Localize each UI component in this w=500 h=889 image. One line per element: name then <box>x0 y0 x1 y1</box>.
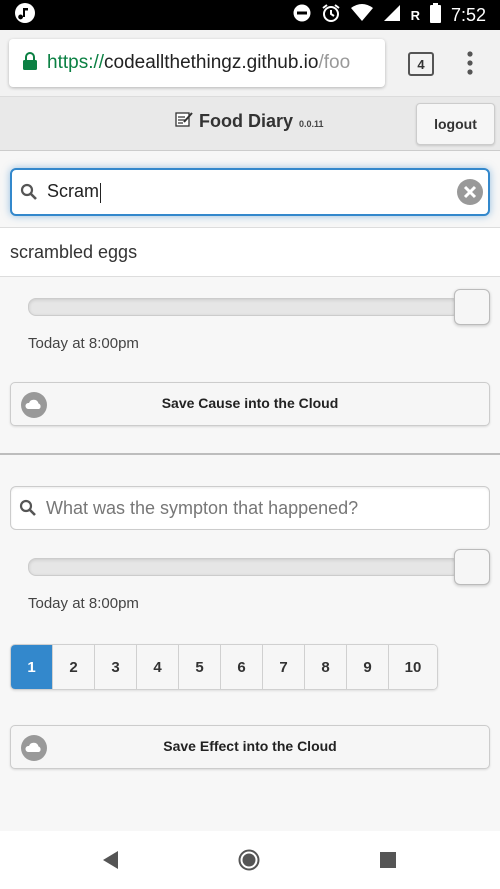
severity-option-9[interactable]: 9 <box>347 645 389 689</box>
list-item[interactable]: scrambled eggs <box>0 227 500 277</box>
cause-slider-handle[interactable] <box>454 289 490 325</box>
status-time: 7:52 <box>450 4 486 25</box>
severity-option-4[interactable]: 4 <box>137 645 179 689</box>
notepad-icon <box>175 111 193 132</box>
severity-option-7[interactable]: 7 <box>263 645 305 689</box>
section-divider <box>0 453 500 455</box>
status-bar: R 7:52 <box>0 0 500 30</box>
home-icon[interactable] <box>238 849 260 876</box>
save-effect-button[interactable]: Save Effect into the Cloud <box>10 725 490 769</box>
tab-switcher-button[interactable]: 4 <box>408 52 434 76</box>
cause-search-input[interactable]: Scram <box>10 168 490 216</box>
cause-search-value: Scram <box>47 181 102 203</box>
search-icon <box>19 499 37 522</box>
effect-search-input[interactable]: What was the sympton that happened? <box>10 486 490 530</box>
wifi-icon <box>350 3 373 27</box>
system-nav-bar <box>0 831 500 889</box>
url-scheme: https:// <box>47 52 105 73</box>
music-note-icon <box>14 2 36 29</box>
battery-icon <box>429 2 441 28</box>
effect-time-slider[interactable] <box>28 558 460 576</box>
more-vert-icon[interactable] <box>460 50 480 76</box>
severity-option-3[interactable]: 3 <box>95 645 137 689</box>
search-icon <box>20 183 38 206</box>
severity-option-10[interactable]: 10 <box>389 645 437 689</box>
recent-apps-icon[interactable] <box>380 852 396 868</box>
cause-time-slider[interactable] <box>28 298 460 316</box>
browser-toolbar: https://codeallthethingz.github.io/foo 4 <box>0 30 500 97</box>
severity-selector: 1 2 3 4 5 6 7 8 9 10 <box>10 644 438 690</box>
app-title: Food Diary <box>199 111 294 131</box>
back-icon[interactable] <box>103 851 119 874</box>
app-header: Food Diary 0.0.11 logout <box>0 97 500 151</box>
page-title: Food Diary 0.0.11 <box>175 111 324 132</box>
severity-option-6[interactable]: 6 <box>221 645 263 689</box>
cause-time-label: Today at 8:00pm <box>28 335 139 352</box>
url-bar[interactable]: https://codeallthethingz.github.io/foo <box>9 39 385 87</box>
save-cause-label: Save Cause into the Cloud <box>161 395 339 411</box>
effect-slider-handle[interactable] <box>454 549 490 585</box>
severity-option-1[interactable]: 1 <box>11 645 53 689</box>
logout-button[interactable]: logout <box>416 103 495 145</box>
signal-icon <box>383 4 401 27</box>
save-cause-button[interactable]: Save Cause into the Cloud <box>10 382 490 426</box>
url-path: /foo <box>318 52 351 73</box>
carrier-badge: R <box>410 7 420 23</box>
text-caret <box>100 182 102 203</box>
lock-icon <box>23 51 37 75</box>
severity-option-5[interactable]: 5 <box>179 645 221 689</box>
severity-option-8[interactable]: 8 <box>305 645 347 689</box>
app-version: 0.0.11 <box>299 119 324 129</box>
effect-time-label: Today at 8:00pm <box>28 595 139 612</box>
save-effect-label: Save Effect into the Cloud <box>163 738 337 754</box>
do-not-disturb-icon <box>293 4 311 27</box>
clear-icon[interactable] <box>456 178 484 206</box>
severity-option-2[interactable]: 2 <box>53 645 95 689</box>
url-text: https://codeallthethingz.github.io/foo <box>47 52 350 74</box>
effect-search-placeholder: What was the sympton that happened? <box>46 497 359 518</box>
alarm-icon <box>321 3 341 28</box>
url-host: codeallthethingz.github.io <box>104 52 319 73</box>
